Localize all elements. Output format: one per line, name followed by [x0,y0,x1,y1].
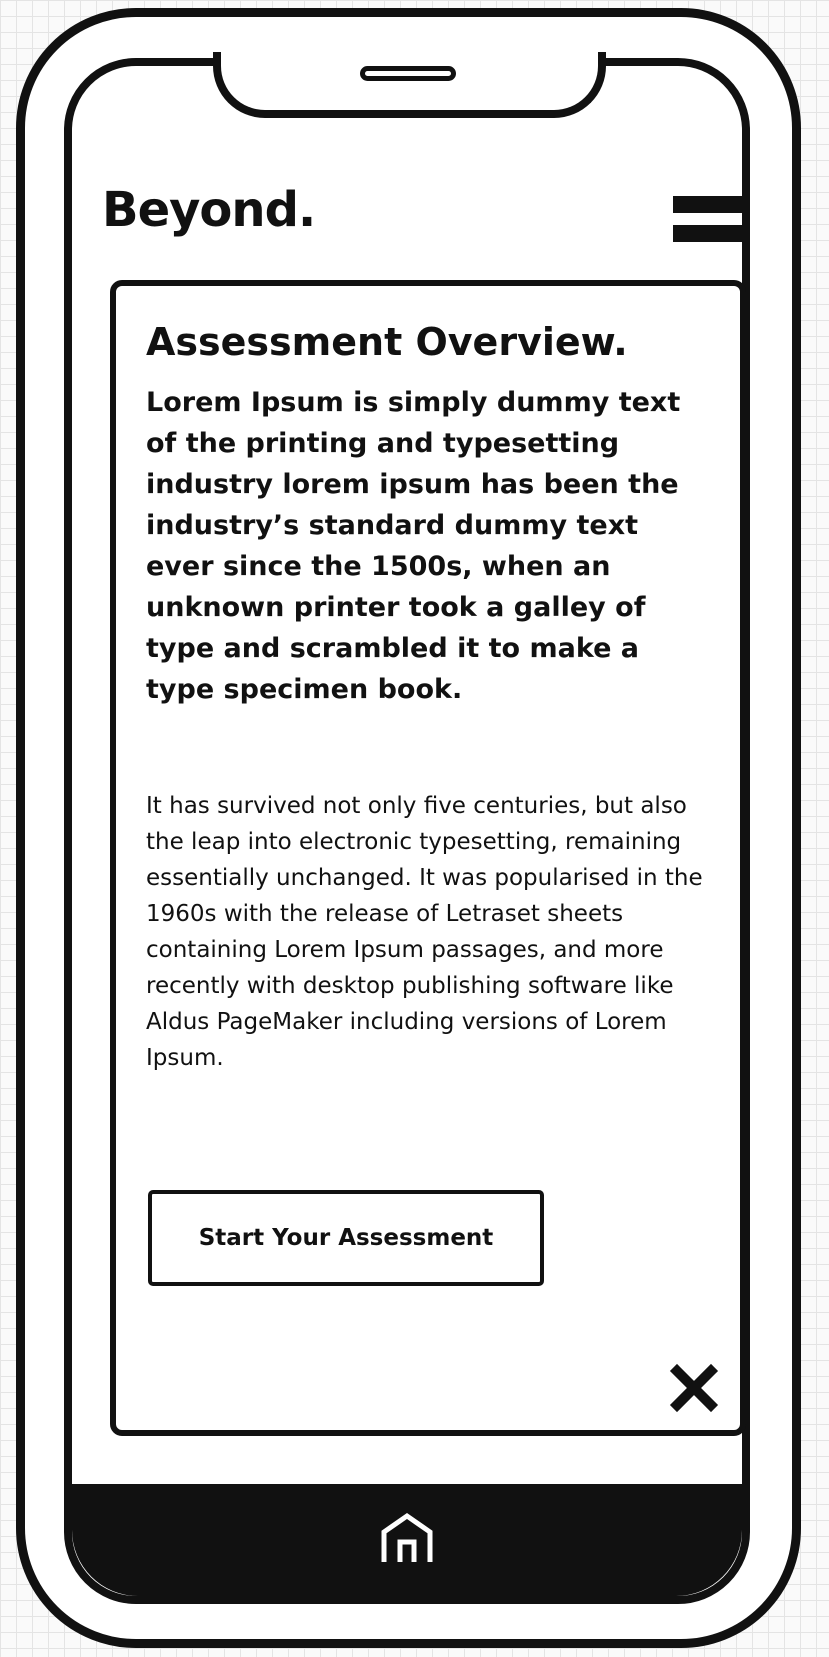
speaker-grille [360,66,456,81]
bottom-tab-bar [72,1484,742,1596]
close-icon [669,1363,719,1413]
menu-button[interactable] [673,196,748,244]
close-button[interactable] [668,1362,720,1414]
assessment-overview-card: Assessment Overview. Lorem Ipsum is simp… [110,280,746,1436]
menu-bar-top [673,196,748,213]
brand-logo: Beyond. [102,182,316,238]
menu-bar-bottom [673,225,748,242]
home-icon [381,1512,433,1562]
home-button[interactable] [374,1506,440,1572]
notch-cover [221,50,598,64]
start-assessment-button[interactable]: Start Your Assessment [148,1190,544,1286]
body-paragraph: It has survived not only five centuries,… [146,793,703,1071]
card-title: Assessment Overview. [146,320,628,364]
lead-paragraph: Lorem Ipsum is simply dummy text of the … [146,387,681,705]
